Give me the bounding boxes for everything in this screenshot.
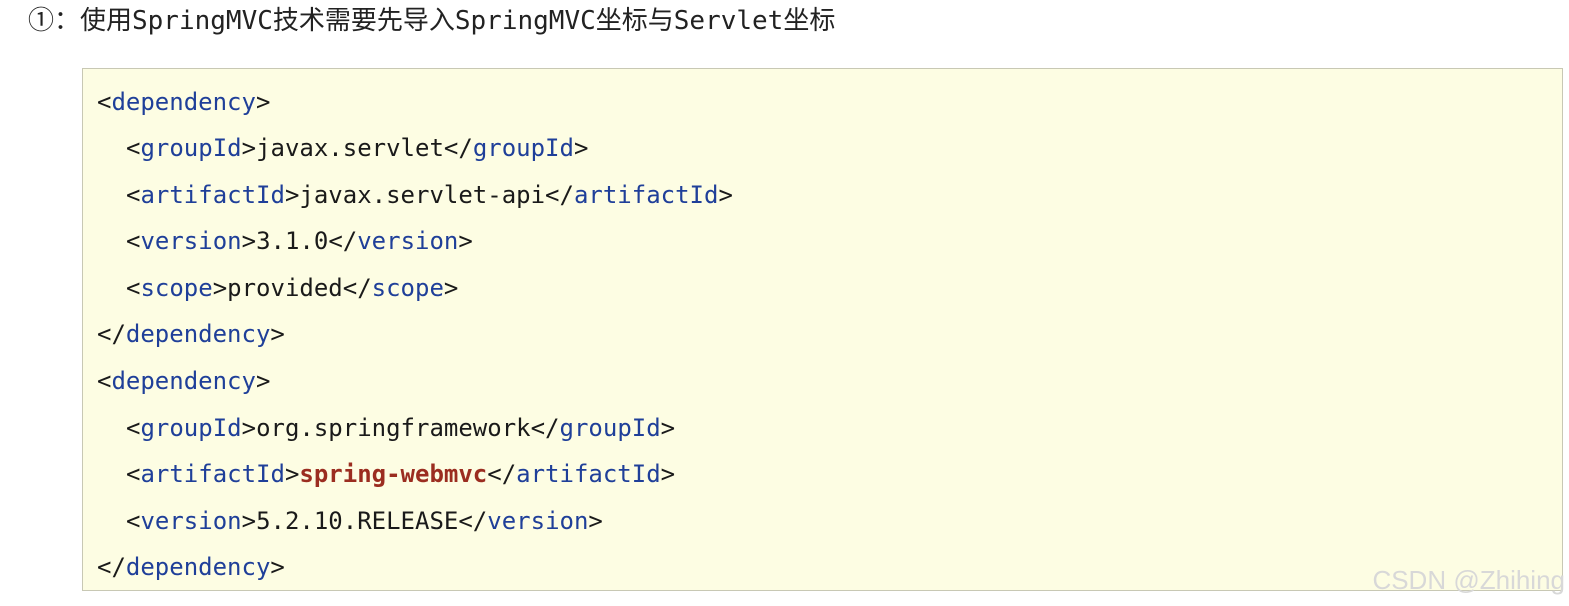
xml-tag: artifactId (573, 181, 719, 209)
code-line-dependency-open: <dependency> (97, 367, 271, 395)
xml-tag: artifactId (140, 181, 285, 209)
xml-tag: version (140, 507, 242, 535)
code-line-dependency-close: </dependency> (97, 320, 285, 348)
groupid-value: javax.servlet (256, 134, 444, 162)
artifactid-value-highlighted: spring-webmvc (299, 460, 488, 488)
xml-tag: groupId (472, 134, 574, 162)
xml-tag: version (357, 227, 459, 255)
xml-tag: dependency (125, 553, 271, 581)
code-line-scope: <scope>provided</scope> (126, 274, 459, 302)
code-line-groupid: <groupId>javax.servlet</groupId> (126, 134, 589, 162)
xml-tag: scope (371, 274, 444, 302)
groupid-value: org.springframework (256, 414, 531, 442)
code-line-groupid: <groupId>org.springframework</groupId> (126, 414, 676, 442)
xml-tag: artifactId (140, 460, 285, 488)
section-heading: ①：使用SpringMVC技术需要先导入SpringMVC坐标与Servlet坐… (28, 6, 836, 36)
xml-tag: groupId (140, 134, 242, 162)
code-line-dependency-open: <dependency> (97, 88, 271, 116)
watermark: CSDN @Zhihing (1372, 565, 1565, 595)
scope-value: provided (227, 274, 343, 302)
xml-tag: groupId (140, 414, 242, 442)
version-value: 3.1.0 (256, 227, 329, 255)
artifactid-value: javax.servlet-api (299, 181, 546, 209)
xml-tag: scope (140, 274, 213, 302)
version-value: 5.2.10.RELEASE (256, 507, 459, 535)
xml-tag: version (487, 507, 589, 535)
code-line-version: <version>5.2.10.RELEASE</version> (126, 507, 603, 535)
xml-tag: groupId (559, 414, 661, 442)
document-page: ①：使用SpringMVC技术需要先导入SpringMVC坐标与Servlet坐… (0, 0, 1569, 606)
code-block: <dependency> <groupId>javax.servlet</gro… (82, 68, 1563, 591)
xml-tag: version (140, 227, 242, 255)
xml-tag: dependency (125, 320, 271, 348)
code-line-artifactid: <artifactId>javax.servlet-api</artifactI… (126, 181, 733, 209)
xml-tag: dependency (111, 88, 256, 116)
xml-tag: artifactId (516, 460, 661, 488)
code-line-dependency-close: </dependency> (97, 553, 285, 581)
code-line-artifactid: <artifactId>spring-webmvc</artifactId> (126, 460, 676, 488)
code-line-version: <version>3.1.0</version> (126, 227, 473, 255)
xml-tag: dependency (111, 367, 256, 395)
